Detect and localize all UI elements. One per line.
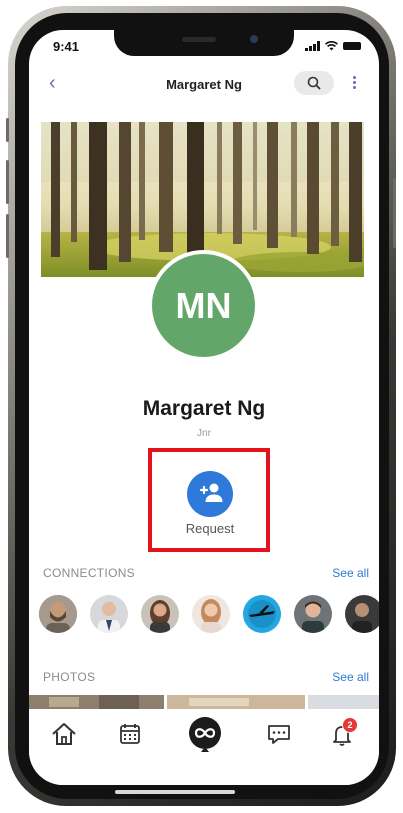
battery-icon <box>343 42 361 50</box>
search-button[interactable] <box>294 71 334 95</box>
mute-switch <box>6 118 9 142</box>
profile-role: Jnr <box>197 428 211 439</box>
front-camera <box>250 35 258 43</box>
connection-avatar[interactable] <box>345 595 379 633</box>
photos-see-all-link[interactable]: See all <box>332 670 369 684</box>
profile-name: Margaret Ng <box>142 397 266 420</box>
connections-heading: CONNECTIONS <box>43 566 135 580</box>
connection-avatar[interactable] <box>294 595 332 633</box>
request-label: Request <box>185 521 235 536</box>
bottom-tab-bar: 2 <box>29 709 379 785</box>
request-button[interactable] <box>187 471 233 517</box>
status-icons <box>305 41 361 51</box>
signal-icon <box>305 41 320 51</box>
add-person-icon <box>199 483 223 502</box>
chat-icon <box>268 725 290 744</box>
notification-badge: 2 <box>342 717 358 733</box>
photo-thumbnails <box>29 695 379 709</box>
photos-heading: PHOTOS <box>43 670 96 684</box>
connections-list <box>39 595 379 637</box>
speaker-grille <box>182 37 216 42</box>
calendar-tab[interactable] <box>115 719 145 749</box>
connection-avatar[interactable] <box>90 595 128 633</box>
connection-avatar[interactable] <box>192 595 230 633</box>
avatar: MN <box>148 250 259 361</box>
connection-avatar[interactable] <box>141 595 179 633</box>
connections-see-all-link[interactable]: See all <box>332 566 369 580</box>
volume-up-button <box>6 160 9 204</box>
home-icon <box>52 723 76 745</box>
notch <box>114 30 294 56</box>
power-button <box>393 178 396 248</box>
kebab-menu-icon[interactable] <box>353 76 357 91</box>
infinity-logo-icon <box>189 717 221 752</box>
top-nav-bar: ‹ Margaret Ng <box>29 66 379 106</box>
center-logo-tab[interactable] <box>187 716 223 752</box>
home-indicator <box>115 790 235 794</box>
status-time: 9:41 <box>53 39 80 54</box>
chat-tab[interactable] <box>264 719 294 749</box>
connection-avatar[interactable] <box>243 595 281 633</box>
search-icon <box>307 76 321 90</box>
wifi-icon <box>325 41 338 51</box>
calendar-icon <box>120 724 140 744</box>
notifications-tab[interactable]: 2 <box>327 717 358 749</box>
photos-strip <box>29 695 379 709</box>
home-tab[interactable] <box>49 719 79 749</box>
connection-avatar[interactable] <box>39 595 77 633</box>
app-screen: 9:41 ‹ Margaret Ng MN Margaret Ng Jnr Re… <box>29 30 379 785</box>
volume-down-button <box>6 214 9 258</box>
